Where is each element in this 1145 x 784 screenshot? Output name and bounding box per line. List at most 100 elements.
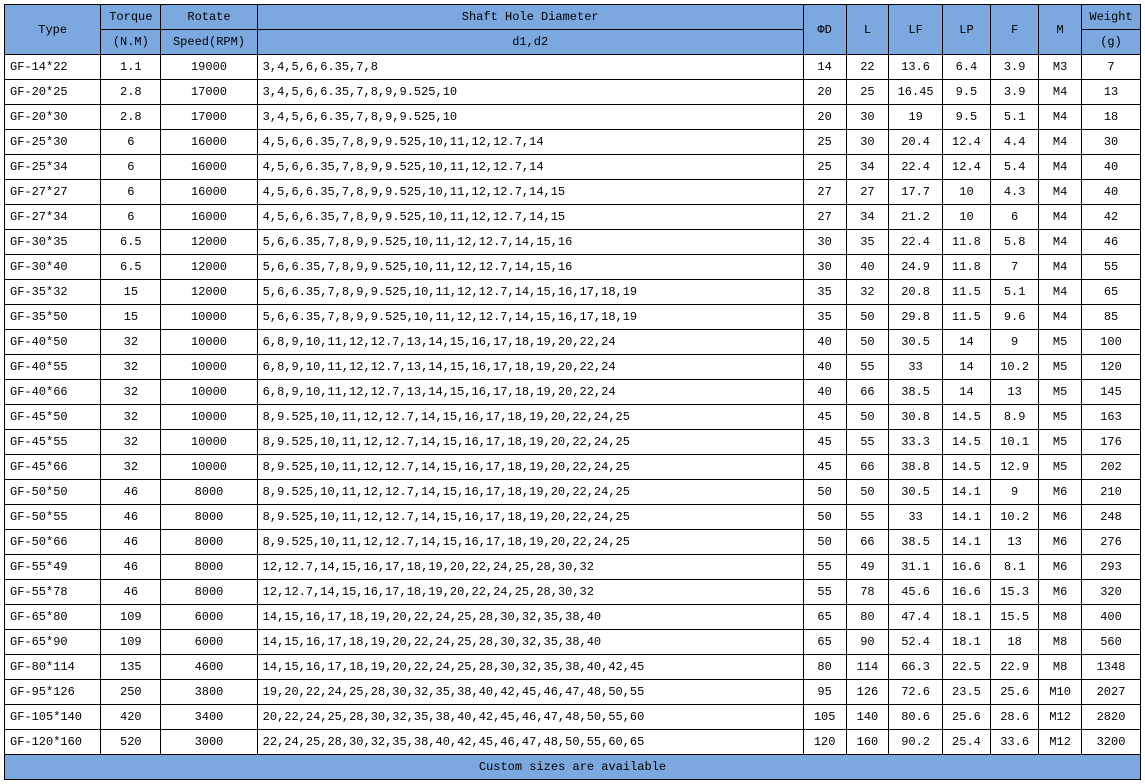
cell-m: M3 [1039,55,1082,80]
cell-speed: 10000 [161,405,257,430]
cell-lp: 11.8 [942,230,990,255]
cell-phid: 27 [803,180,846,205]
cell-type: GF-35*32 [5,280,101,305]
cell-l: 78 [846,580,889,605]
cell-m: M6 [1039,555,1082,580]
cell-m: M6 [1039,580,1082,605]
cell-type: GF-14*22 [5,55,101,80]
cell-torque: 109 [101,630,161,655]
cell-weight: 100 [1082,330,1141,355]
spec-table: Type Torque Rotate Shaft Hole Diameter Φ… [4,4,1141,780]
cell-m: M5 [1039,355,1082,380]
cell-lp: 14 [942,355,990,380]
cell-torque: 32 [101,455,161,480]
cell-l: 34 [846,155,889,180]
cell-type: GF-45*50 [5,405,101,430]
cell-lf: 33.3 [889,430,943,455]
cell-speed: 16000 [161,130,257,155]
cell-speed: 8000 [161,480,257,505]
cell-lf: 72.6 [889,680,943,705]
cell-f: 13 [991,530,1039,555]
cell-weight: 276 [1082,530,1141,555]
cell-speed: 3000 [161,730,257,755]
cell-type: GF-30*40 [5,255,101,280]
cell-lf: 13.6 [889,55,943,80]
cell-f: 33.6 [991,730,1039,755]
cell-l: 35 [846,230,889,255]
cell-speed: 3400 [161,705,257,730]
cell-l: 25 [846,80,889,105]
header-f: F [991,5,1039,55]
cell-torque: 46 [101,555,161,580]
cell-speed: 3800 [161,680,257,705]
cell-lf: 66.3 [889,655,943,680]
cell-weight: 46 [1082,230,1141,255]
cell-torque: 32 [101,330,161,355]
cell-lp: 14.5 [942,405,990,430]
cell-weight: 320 [1082,580,1141,605]
cell-type: GF-50*50 [5,480,101,505]
cell-l: 80 [846,605,889,630]
cell-l: 66 [846,530,889,555]
cell-weight: 85 [1082,305,1141,330]
cell-lp: 10 [942,205,990,230]
cell-shaft: 5,6,6.35,7,8,9,9.525,10,11,12,12.7,14,15… [257,305,803,330]
cell-phid: 50 [803,530,846,555]
cell-phid: 40 [803,355,846,380]
cell-phid: 50 [803,505,846,530]
cell-weight: 42 [1082,205,1141,230]
cell-shaft: 4,5,6,6.35,7,8,9,9.525,10,11,12,12.7,14,… [257,180,803,205]
cell-lf: 33 [889,505,943,530]
cell-speed: 8000 [161,580,257,605]
cell-lf: 30.5 [889,330,943,355]
cell-l: 66 [846,380,889,405]
cell-type: GF-40*66 [5,380,101,405]
cell-lp: 18.1 [942,605,990,630]
cell-type: GF-50*55 [5,505,101,530]
cell-torque: 15 [101,305,161,330]
cell-lf: 52.4 [889,630,943,655]
cell-lf: 31.1 [889,555,943,580]
cell-f: 28.6 [991,705,1039,730]
cell-lf: 80.6 [889,705,943,730]
cell-phid: 45 [803,405,846,430]
header-l: L [846,5,889,55]
cell-weight: 7 [1082,55,1141,80]
header-speed-2: Speed(RPM) [161,30,257,55]
cell-shaft: 6,8,9,10,11,12,12.7,13,14,15,16,17,18,19… [257,330,803,355]
cell-weight: 145 [1082,380,1141,405]
cell-m: M4 [1039,105,1082,130]
cell-phid: 40 [803,380,846,405]
cell-l: 27 [846,180,889,205]
cell-shaft: 6,8,9,10,11,12,12.7,13,14,15,16,17,18,19… [257,380,803,405]
cell-f: 4.3 [991,180,1039,205]
header-lp: LP [942,5,990,55]
cell-m: M4 [1039,180,1082,205]
cell-l: 30 [846,130,889,155]
cell-speed: 17000 [161,80,257,105]
cell-l: 40 [846,255,889,280]
cell-lf: 47.4 [889,605,943,630]
cell-shaft: 20,22,24,25,28,30,32,35,38,40,42,45,46,4… [257,705,803,730]
table-row: GF-50*504680008,9.525,10,11,12,12.7,14,1… [5,480,1141,505]
cell-weight: 202 [1082,455,1141,480]
cell-l: 30 [846,105,889,130]
cell-phid: 95 [803,680,846,705]
cell-shaft: 4,5,6,6.35,7,8,9,9.525,10,11,12,12.7,14,… [257,205,803,230]
cell-type: GF-95*126 [5,680,101,705]
cell-type: GF-35*50 [5,305,101,330]
cell-l: 66 [846,455,889,480]
table-row: GF-45*5532100008,9.525,10,11,12,12.7,14,… [5,430,1141,455]
cell-shaft: 8,9.525,10,11,12,12.7,14,15,16,17,18,19,… [257,530,803,555]
cell-type: GF-120*160 [5,730,101,755]
cell-lp: 25.4 [942,730,990,755]
cell-f: 8.9 [991,405,1039,430]
header-weight-1: Weight [1082,5,1141,30]
cell-m: M8 [1039,630,1082,655]
cell-torque: 2.8 [101,80,161,105]
cell-lf: 90.2 [889,730,943,755]
cell-phid: 30 [803,255,846,280]
cell-weight: 13 [1082,80,1141,105]
cell-shaft: 8,9.525,10,11,12,12.7,14,15,16,17,18,19,… [257,505,803,530]
cell-lp: 11.8 [942,255,990,280]
